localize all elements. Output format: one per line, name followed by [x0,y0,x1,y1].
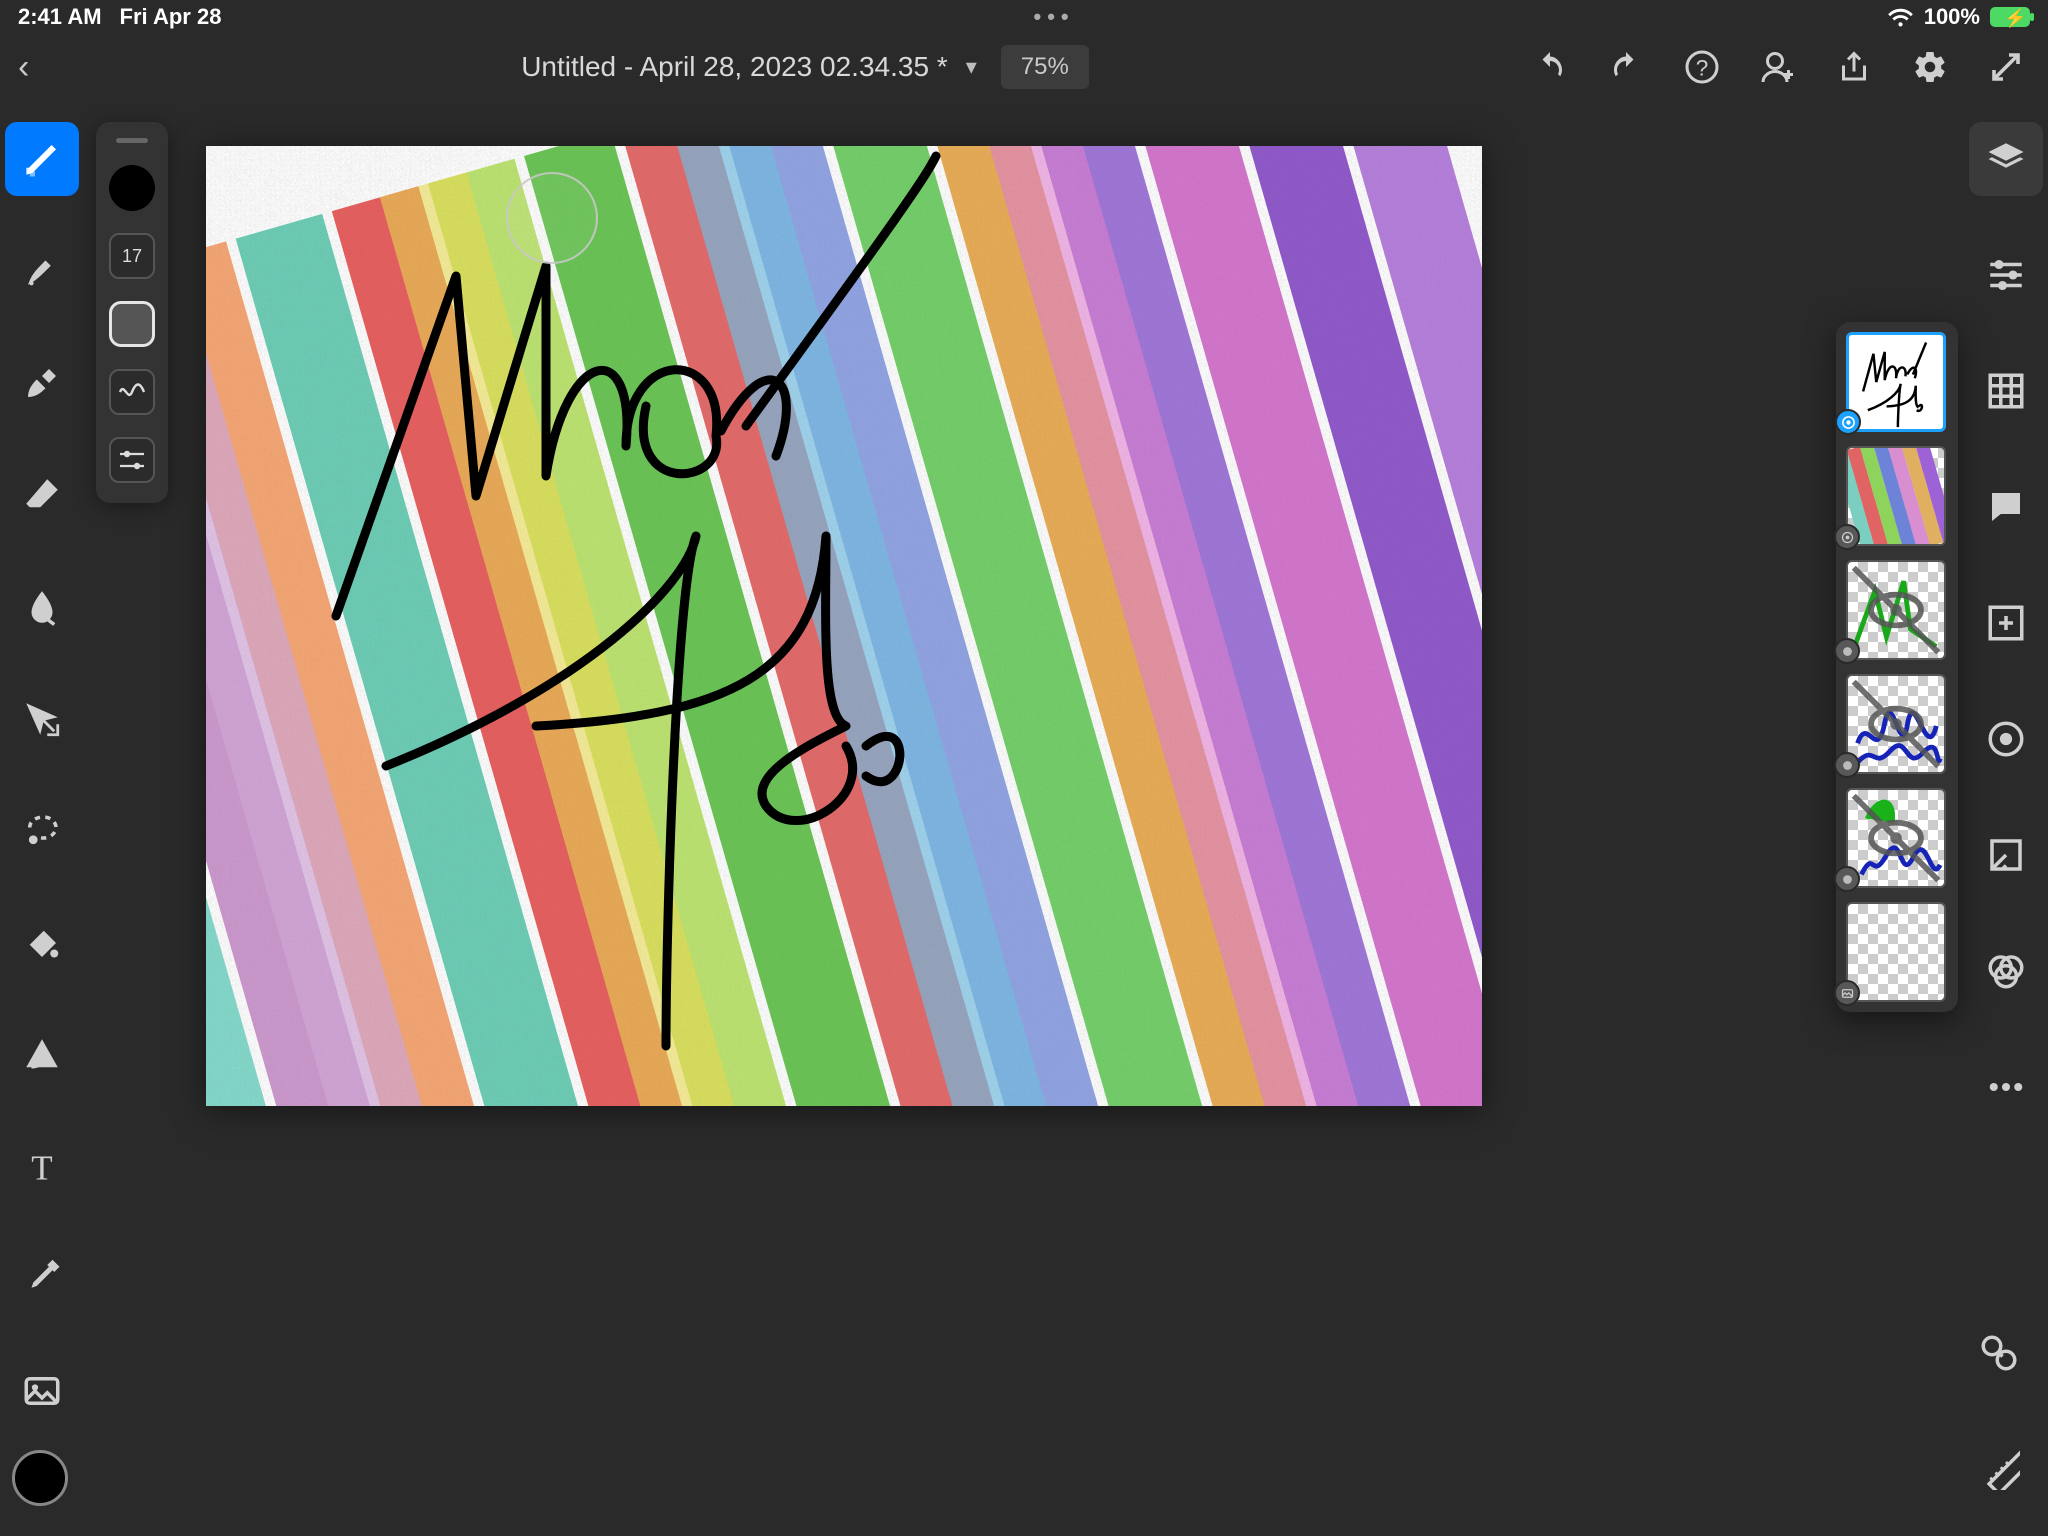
layer-visibility-icon[interactable] [1834,638,1860,664]
status-date: Fri Apr 28 [120,4,222,30]
document-canvas[interactable] [206,146,1482,1106]
workspace: T 17 [0,100,2048,1536]
layer-visibility-icon[interactable] [1834,866,1860,892]
layer-thumb-6[interactable] [1846,332,1946,432]
svg-text:T: T [31,1148,52,1187]
brush-size-value[interactable]: 17 [109,233,155,279]
layer-thumb-1-background[interactable] [1846,902,1946,1002]
redo-button[interactable] [1608,49,1644,85]
left-tool-rail: T [0,122,84,1428]
layer-visibility-icon[interactable] [1834,524,1860,550]
right-foot-tools [1962,1316,2036,1506]
comments-button[interactable] [1969,470,2043,544]
grid-button[interactable] [1969,354,2043,428]
layer-thumb-2[interactable] [1846,788,1946,888]
eraser-tool[interactable] [5,458,79,532]
vector-brush-tool[interactable] [5,346,79,420]
fill-tool[interactable] [5,906,79,980]
color-swatch-current[interactable] [12,1450,68,1506]
brush-color-chip[interactable] [109,165,155,211]
shapes-tool[interactable] [5,1018,79,1092]
back-button[interactable]: ‹ [18,48,78,87]
layer-thumb-4[interactable] [1846,560,1946,660]
artwork-handwriting-layer [206,146,1482,1106]
brush-smoothing-chip[interactable] [109,369,155,415]
layer-visibility-icon[interactable] [1834,752,1860,778]
brush-options-panel[interactable]: 17 [96,122,168,503]
move-transform-tool[interactable] [5,682,79,756]
touch-shortcut-button[interactable] [1962,1316,2036,1390]
lasso-select-tool[interactable] [5,794,79,868]
zoom-level[interactable]: 75% [1001,45,1089,89]
live-brush-tool[interactable] [5,234,79,308]
undo-button[interactable] [1532,49,1568,85]
app-top-bar: ‹ Untitled - April 28, 2023 02.34.35 * ▾… [0,34,2048,100]
ruler-button[interactable] [1962,1432,2036,1506]
text-tool[interactable]: T [5,1130,79,1204]
layer-thumb-3[interactable] [1846,674,1946,774]
precision-button[interactable] [1969,818,2043,892]
pixel-brush-tool[interactable] [5,122,79,196]
chevron-down-icon[interactable]: ▾ [966,54,977,80]
layers-panel[interactable] [1836,322,1958,1012]
brush-hardness-chip[interactable] [109,301,155,347]
status-time: 2:41 AM [18,4,102,30]
appearance-button[interactable] [1969,702,2043,776]
eyedropper-tool[interactable] [5,1242,79,1316]
invite-button[interactable] [1760,49,1796,85]
right-tool-rail [1964,122,2048,1124]
svg-text:?: ? [1696,55,1709,80]
color-harmony-button[interactable] [1969,934,2043,1008]
drag-handle-icon[interactable] [116,138,148,143]
layers-button[interactable] [1969,122,2043,196]
settings-button[interactable] [1912,49,1948,85]
share-button[interactable] [1836,49,1872,85]
more-options-button[interactable] [1969,1050,2043,1124]
background-layer-icon[interactable] [1834,980,1860,1006]
add-layer-button[interactable] [1969,586,2043,660]
battery-percent: 100% [1924,4,1980,30]
layer-properties-button[interactable] [1969,238,2043,312]
layer-target-icon[interactable] [1835,409,1861,435]
ipad-status-bar: 2:41 AM Fri Apr 28 ••• 100% ⚡ [0,0,2048,34]
smudge-tool[interactable] [5,570,79,644]
place-image-tool[interactable] [5,1354,79,1428]
document-title[interactable]: Untitled - April 28, 2023 02.34.35 * [521,51,948,83]
multitask-dots-icon[interactable]: ••• [1034,4,1075,30]
help-button[interactable]: ? [1684,49,1720,85]
battery-icon: ⚡ [1990,7,2030,27]
wifi-icon [1887,7,1914,27]
fullscreen-button[interactable] [1988,49,2024,85]
brush-more-settings-chip[interactable] [109,437,155,483]
layer-thumb-5[interactable] [1846,446,1946,546]
